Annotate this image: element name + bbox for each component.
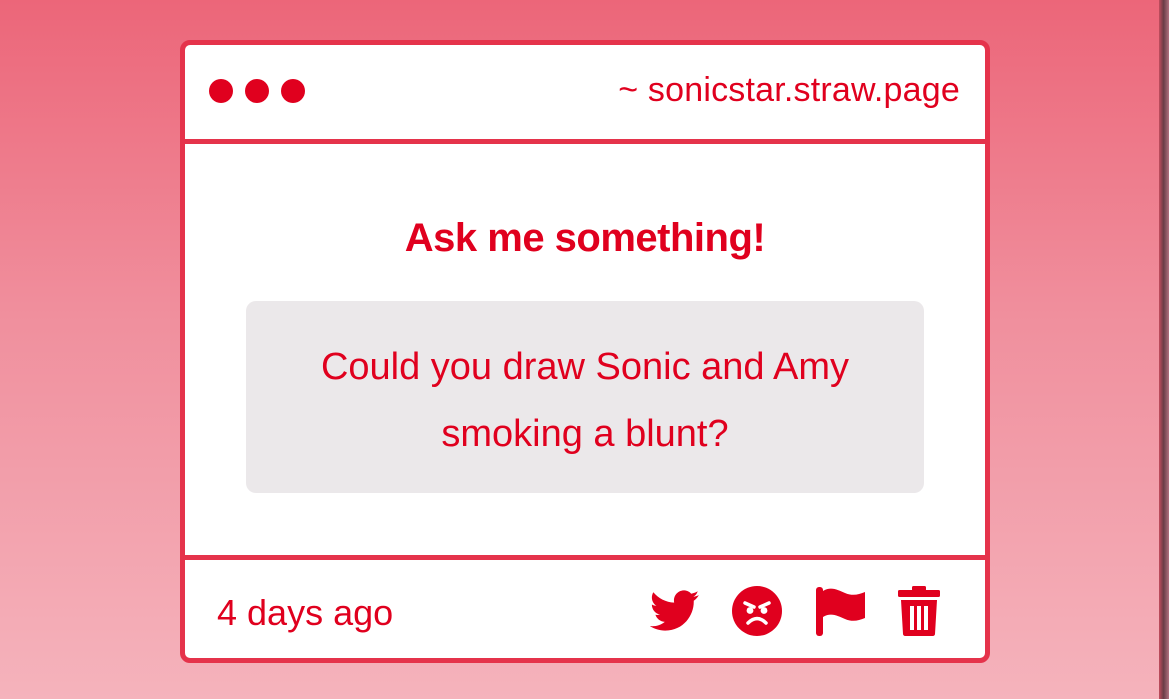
action-bar <box>650 584 940 638</box>
page-title: Ask me something! <box>404 216 766 260</box>
window-controls <box>209 79 305 103</box>
question-text: Could you draw Sonic and Amy smoking a b… <box>320 346 850 455</box>
flag-icon[interactable] <box>814 586 866 636</box>
question-box: Could you draw Sonic and Amy smoking a b… <box>246 301 924 493</box>
window-dot <box>245 79 269 103</box>
site-domain[interactable]: ~ sonicstar.straw.page <box>618 71 960 110</box>
trash-icon[interactable] <box>898 586 940 636</box>
question-area: Ask me something! Could you draw Sonic a… <box>185 144 985 555</box>
title-bar: ~ sonicstar.straw.page <box>185 45 985 144</box>
ask-card: ~ sonicstar.straw.page Ask me something!… <box>180 40 990 663</box>
timestamp: 4 days ago <box>217 592 394 633</box>
window-edge <box>1159 0 1169 699</box>
twitter-icon[interactable] <box>650 590 700 632</box>
angry-face-icon[interactable] <box>732 586 782 636</box>
window-dot <box>209 79 233 103</box>
card-footer: 4 days ago <box>185 555 985 658</box>
window-dot <box>281 79 305 103</box>
